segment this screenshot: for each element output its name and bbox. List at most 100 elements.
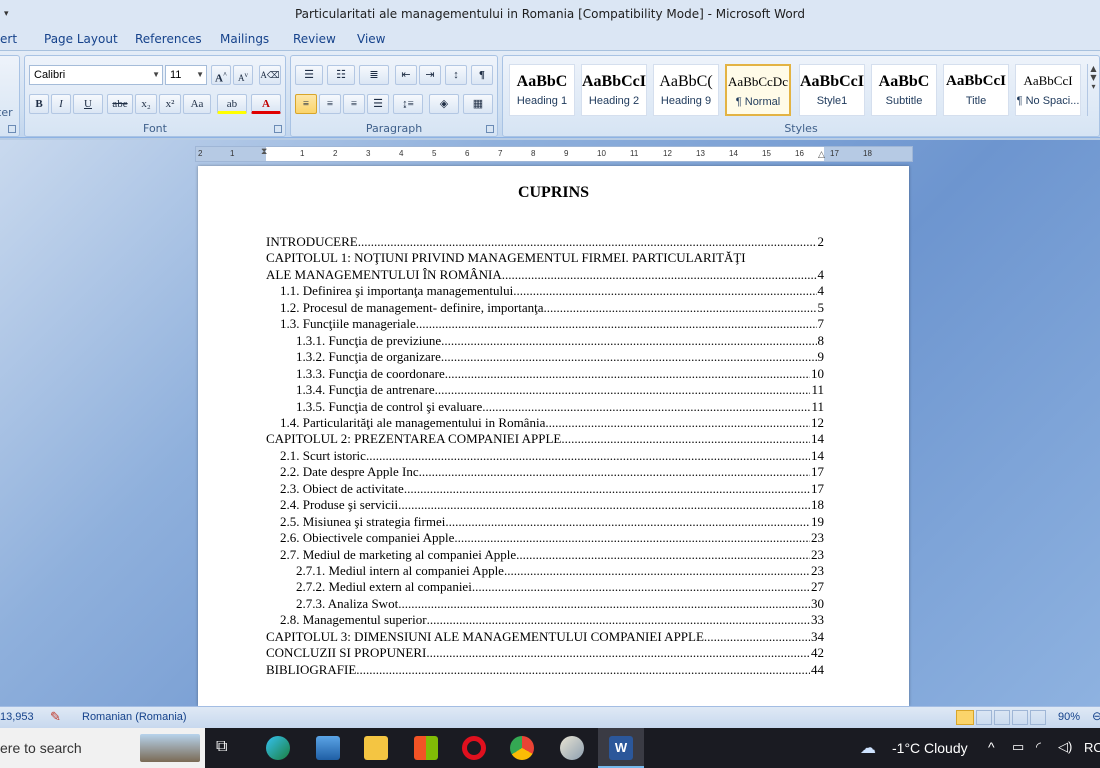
borders-button[interactable]: ▦ — [463, 94, 493, 114]
sort-button[interactable]: ↕ — [445, 65, 467, 85]
chevron-up-icon[interactable]: ^ — [988, 739, 995, 755]
opera-icon[interactable] — [462, 736, 486, 760]
toc-entry[interactable]: 2.5. Misiunea şi strategia firmei 19 — [280, 514, 824, 530]
toc-entry[interactable]: 1.3.5. Funcţia de control şi evaluare 11 — [296, 399, 824, 415]
underline-button[interactable]: U — [73, 94, 103, 114]
outline-view-icon[interactable] — [1012, 710, 1028, 725]
toc-entry[interactable]: 1.1. Definirea şi importanţa managementu… — [280, 283, 824, 299]
tab-mailings[interactable]: Mailings — [220, 32, 269, 46]
word-count[interactable]: 13,953 — [0, 711, 34, 723]
show-formatting-button[interactable]: ¶ — [471, 65, 493, 85]
shading-button[interactable]: ◈ — [429, 94, 459, 114]
style-tile[interactable]: AaBbCcI Heading 2 — [581, 64, 647, 116]
document-page[interactable]: CUPRINS INTRODUCERE 2 CAPITOLUL 1: NOŢIUNI… — [198, 166, 909, 706]
edge-icon[interactable] — [266, 736, 290, 760]
volume-icon[interactable]: ◁) — [1058, 739, 1072, 755]
toc-entry[interactable]: 2.3. Obiect de activitate 17 — [280, 481, 824, 497]
toc-entry[interactable]: 2.7. Mediul de marketing al companiei Ap… — [280, 547, 824, 563]
font-color-button[interactable]: A — [251, 94, 281, 114]
bold-button[interactable]: B — [29, 94, 49, 114]
tab-view[interactable]: View — [357, 32, 385, 46]
toc-entry[interactable]: 1.2. Procesul de management- definire, i… — [280, 300, 824, 316]
toc-entry[interactable]: 1.3. Funcţiile manageriale 7 — [280, 316, 824, 332]
bullets-button[interactable]: ☰ — [295, 65, 323, 85]
zoom-out-icon[interactable]: ⊖ — [1092, 709, 1100, 723]
tab-review[interactable]: Review — [293, 32, 336, 46]
align-left-button[interactable]: ≡ — [295, 94, 317, 114]
print-layout-view-icon[interactable] — [956, 710, 974, 725]
grow-font-button[interactable]: A^ — [211, 65, 231, 85]
align-right-button[interactable]: ≡ — [343, 94, 365, 114]
web-layout-view-icon[interactable] — [994, 710, 1010, 725]
justify-button[interactable]: ☰ — [367, 94, 389, 114]
toc-entry[interactable]: ALE MANAGEMENTULUI ÎN ROMÂNIA 4 — [266, 267, 824, 283]
chrome-icon[interactable] — [510, 736, 534, 760]
proofing-icon[interactable]: ✎ — [50, 709, 61, 725]
toc-entry[interactable]: CAPITOLUL 2: PREZENTAREA COMPANIEI APPLE… — [266, 431, 824, 447]
toc-entry[interactable]: 1.3.3. Funcţia de coordonare 10 — [296, 366, 824, 382]
styles-scroll[interactable]: ▲ ▼ ▾ — [1087, 64, 1099, 116]
align-center-button[interactable]: ≡ — [319, 94, 341, 114]
toc-entry[interactable]: 2.7.3. Analiza Swot 30 — [296, 596, 824, 612]
full-screen-reading-view-icon[interactable] — [976, 710, 992, 725]
toc-entry[interactable]: 2.6. Obiectivele companiei Apple 23 — [280, 530, 824, 546]
clipboard-launcher-icon[interactable] — [8, 125, 16, 133]
store-icon[interactable] — [414, 736, 438, 760]
font-name-box[interactable]: Calibri ▼ — [29, 65, 163, 85]
change-case-button[interactable]: Aa — [183, 94, 211, 114]
toc-entry[interactable]: 1.3.2. Funcţia de organizare 9 — [296, 349, 824, 365]
tab-insert[interactable]: ert — [0, 32, 17, 46]
taskbar-search[interactable]: ere to search — [0, 728, 205, 768]
increase-indent-button[interactable]: ⇥ — [419, 65, 441, 85]
word-taskbar-button[interactable]: W — [598, 728, 644, 768]
numbering-button[interactable]: ☷ — [327, 65, 355, 85]
toc-entry[interactable]: 1.3.1. Funcţia de previziune 8 — [296, 333, 824, 349]
quick-access-dropdown-icon[interactable]: ▾ — [4, 0, 9, 28]
paragraph-launcher-icon[interactable] — [486, 125, 494, 133]
italic-button[interactable]: I — [51, 94, 71, 114]
toc-entry[interactable]: 1.3.4. Funcţia de antrenare 11 — [296, 382, 824, 398]
toc-entry[interactable]: 2.7.1. Mediul intern al companiei Apple 2… — [296, 563, 824, 579]
toc-entry[interactable]: 2.7.2. Mediul extern al companiei 27 — [296, 579, 824, 595]
style-tile[interactable]: AaBbCcDc ¶ Normal — [725, 64, 791, 116]
subscript-button[interactable]: x₂ — [135, 94, 157, 114]
font-launcher-icon[interactable] — [274, 125, 282, 133]
toc-entry[interactable]: 2.8. Managementul superior 33 — [280, 612, 824, 628]
wifi-icon[interactable]: ◜ — [1036, 739, 1041, 755]
toc-entry[interactable]: 2.4. Produse şi servicii 18 — [280, 497, 824, 513]
style-tile[interactable]: AaBbC Heading 1 — [509, 64, 575, 116]
toc-entry[interactable]: INTRODUCERE 2 — [266, 234, 824, 250]
toc-entry[interactable]: CAPITOLUL 3: DIMENSIUNI ALE MANAGEMENTUL… — [266, 629, 824, 645]
shrink-font-button[interactable]: Av — [233, 65, 253, 85]
style-tile[interactable]: AaBbCcI Title — [943, 64, 1009, 116]
tab-references[interactable]: References — [135, 32, 202, 46]
language-indicator[interactable]: Romanian (Romania) — [82, 711, 187, 723]
tab-page-layout[interactable]: Page Layout — [44, 32, 118, 46]
style-tile[interactable]: AaBbC(Heading 9 — [653, 64, 719, 116]
strikethrough-button[interactable]: abe — [107, 94, 133, 114]
paint-icon[interactable] — [560, 736, 584, 760]
indent-marker-icon[interactable]: ⧗ — [261, 147, 267, 157]
scroll-up-icon[interactable]: ▲ — [1088, 64, 1099, 73]
clear-formatting-button[interactable]: A⌫ — [259, 65, 281, 85]
toc-entry[interactable]: CONCLUZII SI PROPUNERI 42 — [266, 645, 824, 661]
toc-entry[interactable]: BIBLIOGRAFIE 44 — [266, 662, 824, 678]
weather-text[interactable]: -1°C Cloudy — [892, 740, 968, 756]
multilevel-list-button[interactable]: ≣ — [359, 65, 389, 85]
input-language[interactable]: RO — [1084, 740, 1100, 755]
decrease-indent-button[interactable]: ⇤ — [395, 65, 417, 85]
toc-entry[interactable]: 2.2. Date despre Apple Inc. 17 — [280, 464, 824, 480]
right-indent-marker-icon[interactable]: △ — [818, 150, 825, 160]
style-tile[interactable]: AaBbCcI ¶ No Spaci... — [1015, 64, 1081, 116]
file-explorer-icon[interactable] — [364, 736, 388, 760]
this-pc-icon[interactable] — [316, 736, 340, 760]
battery-icon[interactable]: ▭ — [1012, 739, 1024, 755]
scroll-down-icon[interactable]: ▼ — [1088, 73, 1099, 82]
draft-view-icon[interactable] — [1030, 710, 1046, 725]
highlight-button[interactable]: ab — [217, 94, 247, 114]
toc-entry[interactable]: 1.4. Particularităţi ale managementului … — [280, 415, 824, 431]
line-spacing-button[interactable]: ↨≡ — [393, 94, 423, 114]
toc-entry[interactable]: 2.1. Scurt istoric 14 — [280, 448, 824, 464]
style-tile[interactable]: AaBbCcI Style1 — [799, 64, 865, 116]
more-styles-icon[interactable]: ▾ — [1088, 82, 1099, 91]
